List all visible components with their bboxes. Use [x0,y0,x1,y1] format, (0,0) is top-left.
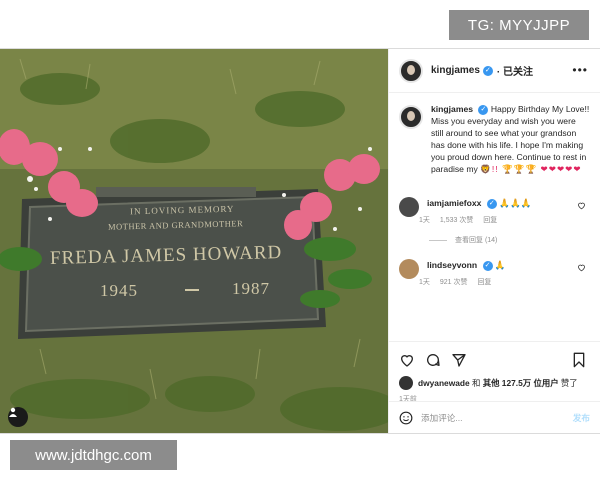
reply-button[interactable]: 回复 [477,279,491,286]
follow-status[interactable]: · 已关注 [497,63,533,78]
verified-badge-icon: ✓ [478,104,489,115]
post-header: kingjames ✓ · 已关注 ••• [389,49,600,93]
roses-illustration [0,129,380,308]
post-caption: kingjames ✓ Happy Birthday My Love!! Mis… [389,93,600,175]
verified-badge-icon: ✓ [482,260,493,271]
comment-avatar[interactable] [399,197,419,217]
action-icons [399,350,590,370]
view-replies-button[interactable]: 查看回复 (14) [429,235,600,245]
comment-time: 1天 [419,279,430,286]
post-side-panel: kingjames ✓ · 已关注 ••• kingjames ✓ Happy … [388,49,600,433]
comment-body: 🙏 [494,260,506,270]
comment-item: iamjamiefoxx ✓ 🙏🙏🙏 1天 1,533 次赞 回复 [389,197,600,225]
comment-icon[interactable] [425,352,441,368]
comment-likes[interactable]: 1,533 次赞 [440,217,473,224]
caption-username[interactable]: kingjames [431,104,473,114]
likes-summary: dwyanewade 和 其他 127.5万 位用户 赞了 [399,376,590,390]
verified-badge-icon: ✓ [486,198,497,209]
bookmark-icon[interactable] [572,352,586,368]
instagram-post: IN LOVING MEMORY MOTHER AND GRANDMOTHER … [0,48,600,434]
like-comment-heart-icon[interactable] [577,201,586,210]
likes-others[interactable]: 其他 127.5万 位用户 [483,378,559,388]
comment-meta: 1天 1,533 次赞 回复 [419,215,531,225]
liker-avatar[interactable] [399,376,413,390]
screenshot: TG: MYYJJPP IN LOVING MEMORY MOTHER AND … [0,0,600,480]
likes-and: 和 [469,378,483,388]
comment-text: iamjamiefoxx ✓ 🙏🙏🙏 [427,197,531,209]
comment-body: 🙏🙏🙏 [499,198,532,208]
caption-text: kingjames ✓ Happy Birthday My Love!! Mis… [431,103,590,175]
post-actions: dwyanewade 和 其他 127.5万 位用户 赞了 1天前 [389,341,600,404]
verified-badge-icon: ✓ [482,65,493,76]
author-username[interactable]: kingjames [431,65,480,76]
comment-avatar[interactable] [399,259,419,279]
comment-meta: 1天 921 次赞 回复 [419,277,506,287]
author-avatar[interactable] [399,58,423,83]
post-photo: IN LOVING MEMORY MOTHER AND GRANDMOTHER … [0,49,388,433]
like-comment-heart-icon[interactable] [577,263,586,272]
comment-username[interactable]: lindseyvonn [427,260,477,270]
comment-username[interactable]: iamjamiefoxx [427,198,481,208]
emoji-icon[interactable] [399,411,413,425]
caption-emoji: 🦁!! 🏆🏆🏆 ❤❤❤❤❤ [480,164,582,174]
reply-button[interactable]: 回复 [483,217,497,224]
post-comment-button[interactable]: 发布 [573,412,590,424]
likes-suffix: 赞了 [558,378,578,388]
comment-item: lindseyvonn ✓ 🙏 1天 921 次赞 回复 [389,259,600,287]
liker-username[interactable]: dwyanewade [418,378,470,388]
comment-time: 1天 [419,217,430,224]
share-icon[interactable] [451,352,467,368]
add-comment-input[interactable]: 添加评论... [421,412,463,424]
more-options-icon[interactable]: ••• [572,63,588,77]
like-heart-icon[interactable] [399,352,415,368]
caption-avatar[interactable] [399,105,423,129]
comment-likes[interactable]: 921 次赞 [440,279,468,286]
person-icon [9,407,17,417]
tagged-user-button[interactable] [8,407,28,427]
comment-text: lindseyvonn ✓ 🙏 [427,259,506,271]
add-comment-bar: 添加评论... 发布 [389,401,600,433]
watermark-bottom: www.jdtdhgc.com [10,440,177,470]
watermark-top: TG: MYYJJPP [449,10,589,40]
